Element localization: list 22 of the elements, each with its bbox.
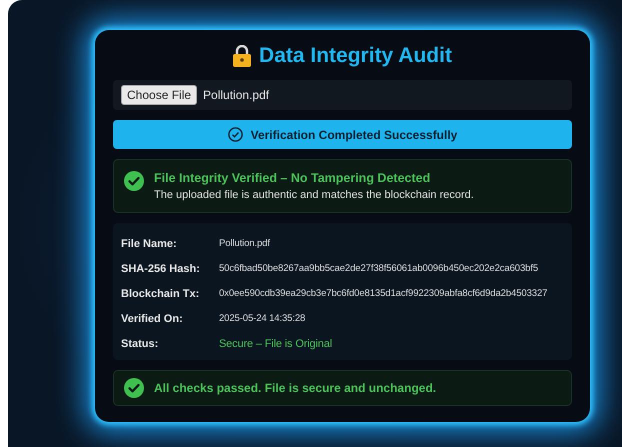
check-circle-icon [124,378,144,398]
detail-value: Pollution.pdf [219,238,270,249]
app-title: Data Integrity Audit [259,44,452,68]
detail-value: 0x0ee590cdb39ea29cb3e7bc6fd0e8135d1acf9922309abfa8cf6d9da2b4503327 [219,288,548,299]
result-heading: File Integrity Verified – No Tampering Detected [154,171,432,185]
choose-file-button[interactable]: Choose File [121,85,198,105]
detail-label: Status: [121,338,160,350]
detail-label: File Name: [121,238,178,250]
detail-label: SHA-256 Hash: [121,262,201,274]
check-circle-icon [228,127,243,142]
file-input[interactable]: Choose File Pollution.pdf [113,80,572,110]
file-name: Pollution.pdf [203,88,270,102]
detail-value: 50c6fbad50be8267aa9bb5cae2de27f38f56061ab0096b450ec202e2ca603bf5 [219,263,538,274]
detail-value: 2025-05-24 14:35:28 [219,313,306,324]
summary-message: All checks passed. File is secure and unchanged. [154,381,436,395]
check-circle-icon [124,171,144,191]
padlock-icon [233,45,252,67]
detail-value: Secure – File is Original [219,338,332,350]
result-message: The uploaded file is authentic and matches the blockchain record. [154,189,474,201]
banner-text: Verification Completed Successfully [250,128,458,142]
detail-label: Blockchain Tx: [121,288,200,300]
detail-label: Verified On: [121,312,184,324]
